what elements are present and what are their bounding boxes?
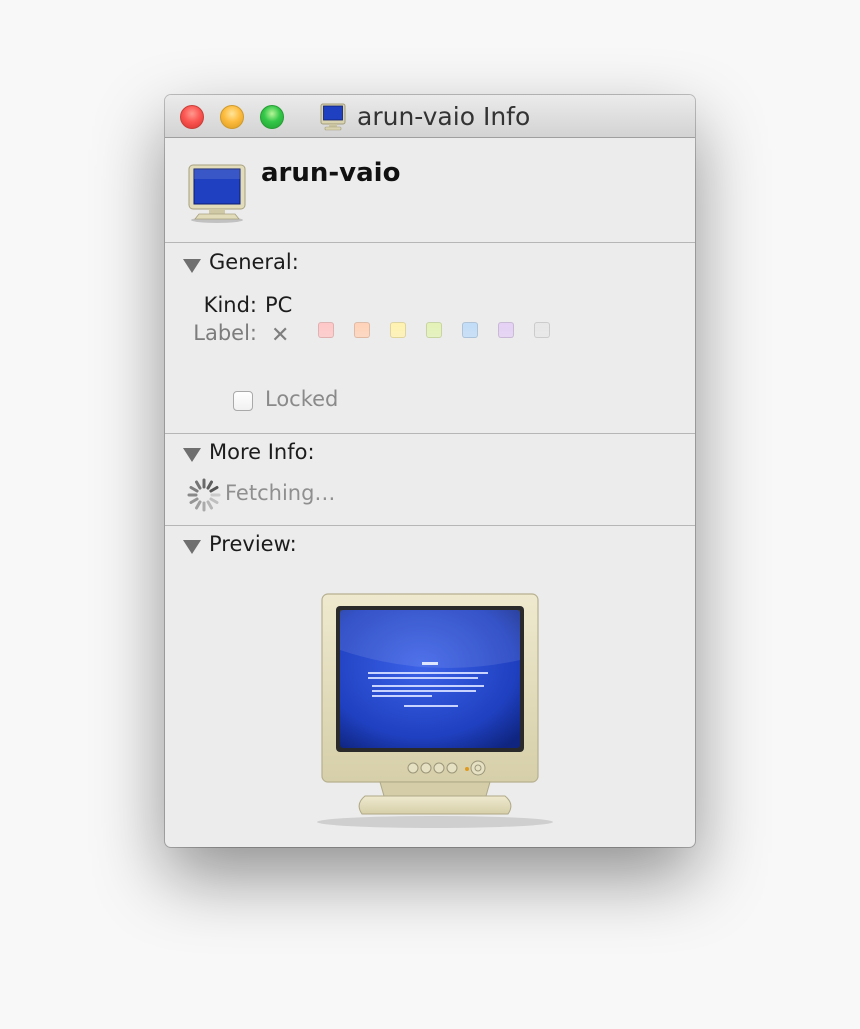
file-header: arun-vaio [165,138,695,243]
computer-monitor-preview-icon [317,593,553,828]
more-info-section: More Info: Fetching… [165,434,695,526]
disclosure-triangle-icon[interactable] [183,259,201,273]
preview-title: Preview: [209,532,297,556]
locked-label: Locked [265,387,339,411]
title-bar[interactable]: arun-vaio Info [165,95,695,138]
fetching-status: Fetching… [225,481,336,505]
label-swatch[interactable] [390,322,406,338]
item-name: arun-vaio [261,158,401,188]
zoom-button[interactable] [260,105,284,129]
computer-monitor-icon [320,103,346,131]
general-section: General: Kind: PC Label: ✕ Locked [165,243,695,434]
label-swatch[interactable] [318,322,334,338]
more-info-title: More Info: [209,440,315,464]
spinner-icon [187,478,221,512]
info-window: arun-vaio Info arun-vaio General: Kind: … [165,95,695,847]
locked-checkbox[interactable] [233,391,253,411]
window-title: arun-vaio Info [357,102,531,131]
disclosure-triangle-icon[interactable] [183,540,201,554]
disclosure-triangle-icon[interactable] [183,448,201,462]
label-none-button[interactable]: ✕ [271,323,289,348]
close-button[interactable] [180,105,204,129]
label-swatch[interactable] [498,322,514,338]
label-swatch[interactable] [534,322,550,338]
general-title: General: [209,250,299,274]
minimize-button[interactable] [220,105,244,129]
label-swatch[interactable] [354,322,370,338]
kind-value: PC [265,293,293,317]
label-swatch[interactable] [462,322,478,338]
label-label: Label: [193,321,257,345]
kind-label: Kind: [203,293,257,317]
computer-monitor-icon [188,164,246,223]
label-swatch[interactable] [426,322,442,338]
